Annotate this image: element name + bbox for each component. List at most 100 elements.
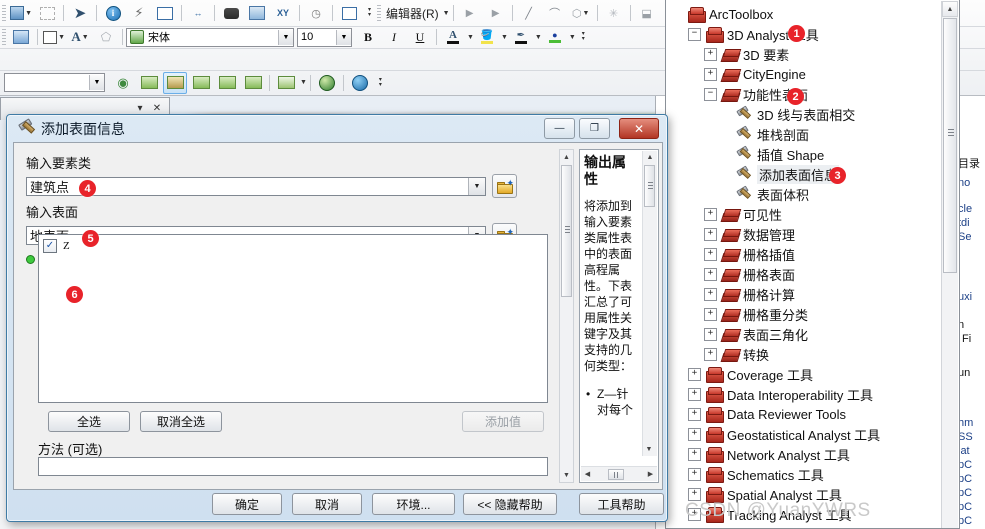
- toolbox-tree-item[interactable]: + 数据管理: [666, 224, 941, 244]
- help-horizontal-scrollbar[interactable]: ◀ ▶: [581, 466, 657, 481]
- method-select[interactable]: [38, 457, 548, 476]
- toolbox-scrollbar[interactable]: ▲: [941, 1, 958, 528]
- toolbox-tree-item[interactable]: + Geostatistical Analyst 工具: [666, 424, 941, 444]
- measure-icon[interactable]: ↔: [186, 2, 210, 24]
- expand-toggle-icon[interactable]: +: [688, 407, 701, 421]
- split-tool-icon[interactable]: ✳: [602, 2, 626, 24]
- toolbar-grip[interactable]: [377, 5, 381, 21]
- panel-close-icon[interactable]: ✕: [150, 101, 164, 115]
- toolbar-overflow-button[interactable]: ▾ ▾: [578, 27, 589, 47]
- select-arrow-icon[interactable]: ➤: [68, 2, 92, 24]
- minimize-button[interactable]: —: [544, 118, 575, 139]
- bold-button[interactable]: B: [356, 26, 380, 48]
- scroll-up-button[interactable]: ▲: [643, 151, 657, 164]
- toolbox-tree-item[interactable]: + 栅格表面: [666, 264, 941, 284]
- chevron-down-icon[interactable]: ▼: [89, 75, 104, 90]
- add-data-icon[interactable]: [9, 26, 33, 48]
- toolbar-overflow-button[interactable]: ▾ ▾: [364, 3, 375, 23]
- dialog-titlebar[interactable]: 添加表面信息 — ❐ ✕: [7, 115, 667, 141]
- output-property-listbox[interactable]: ✓ Z: [38, 234, 548, 403]
- panel-autohide-icon[interactable]: ▾: [133, 101, 147, 115]
- toolbar-grip[interactable]: [2, 5, 6, 21]
- cancel-button[interactable]: 取消: [292, 493, 362, 515]
- toolbox-tree-item[interactable]: 3D 线与表面相交: [666, 104, 941, 124]
- expand-toggle-icon[interactable]: +: [704, 207, 717, 221]
- toolbox-tree-item[interactable]: + CityEngine: [666, 64, 941, 84]
- toolbox-tree-item[interactable]: + 转换: [666, 344, 941, 364]
- checkbox[interactable]: ✓: [43, 239, 57, 253]
- chevron-down-icon[interactable]: ▼: [501, 34, 508, 41]
- toolbox-tree-item[interactable]: ArcToolbox: [666, 4, 941, 24]
- scrollbar-thumb[interactable]: [943, 18, 957, 273]
- globe-viewer-icon[interactable]: [348, 72, 372, 94]
- toolbox-tree-item[interactable]: + 栅格重分类: [666, 304, 941, 324]
- toolbox-tree-item[interactable]: + 栅格计算: [666, 284, 941, 304]
- font-color-icon[interactable]: A: [441, 26, 465, 48]
- output-property-item[interactable]: ✓ Z: [39, 238, 547, 254]
- browse-input-feature-class-button[interactable]: ✦: [492, 174, 517, 198]
- trace-icon[interactable]: ⬡ ▼: [569, 2, 593, 24]
- fill-color-icon[interactable]: ▼: [42, 26, 66, 48]
- parameters-scrollbar[interactable]: ▲ ▼: [559, 149, 574, 483]
- scroll-up-button[interactable]: ▲: [942, 1, 958, 17]
- toolbox-tree-item[interactable]: 表面体积: [666, 184, 941, 204]
- toolbox-tree-item[interactable]: +3D 要素: [666, 44, 941, 64]
- expand-toggle-icon[interactable]: +: [704, 287, 717, 301]
- editor-menu-button[interactable]: 编辑器(R): [383, 5, 442, 22]
- hyperlink-icon[interactable]: ⚡: [127, 2, 151, 24]
- scroll-left-button[interactable]: ◀: [581, 468, 594, 481]
- select-features-icon[interactable]: [35, 2, 59, 24]
- toolbox-tree-item[interactable]: + 表面三角化: [666, 324, 941, 344]
- scrollbar-thumb[interactable]: [644, 165, 655, 207]
- find-icon[interactable]: [219, 2, 243, 24]
- scrollbar-thumb[interactable]: [608, 468, 624, 480]
- collapse-toggle-icon[interactable]: −: [688, 27, 701, 41]
- fill-bucket-icon[interactable]: 🪣: [475, 26, 499, 48]
- expand-toggle-icon[interactable]: +: [704, 247, 717, 261]
- 3d-analyst-layer-select[interactable]: ▼: [4, 73, 105, 92]
- layer-dropdown-icon[interactable]: ▼: [9, 2, 33, 24]
- identify-icon[interactable]: i: [101, 2, 125, 24]
- create-viewer-window-icon[interactable]: [337, 2, 361, 24]
- scene-viewer-icon[interactable]: [315, 72, 339, 94]
- toolbox-tree-item[interactable]: 添加表面信息: [666, 164, 941, 184]
- toolbox-tree-item[interactable]: + Data Reviewer Tools: [666, 404, 941, 424]
- chevron-down-icon[interactable]: ▼: [300, 79, 307, 86]
- ok-button[interactable]: 确定: [212, 493, 282, 515]
- expand-toggle-icon[interactable]: +: [704, 307, 717, 321]
- font-family-select[interactable]: 宋体 ▼: [126, 27, 294, 47]
- rotate-tool-icon[interactable]: ⬓: [635, 2, 659, 24]
- html-popup-icon[interactable]: [153, 2, 177, 24]
- underline-button[interactable]: U: [408, 26, 432, 48]
- italic-button[interactable]: I: [382, 26, 406, 48]
- line-of-sight-icon[interactable]: [163, 71, 187, 94]
- toolbox-tree-item[interactable]: 插值 Shape: [666, 144, 941, 164]
- straight-segment-icon[interactable]: ╱: [517, 2, 541, 24]
- find-route-icon[interactable]: [245, 2, 269, 24]
- toolbar-overflow-button[interactable]: ▾ ▾: [375, 73, 386, 93]
- close-button[interactable]: ✕: [619, 118, 659, 139]
- draw-polygon-icon[interactable]: ⬠: [94, 26, 118, 48]
- scroll-up-button[interactable]: ▲: [560, 150, 573, 164]
- hide-help-button[interactable]: << 隐藏帮助: [463, 493, 557, 515]
- chevron-down-icon[interactable]: ▼: [535, 34, 542, 41]
- toolbox-tree-item[interactable]: + Schematics 工具: [666, 464, 941, 484]
- expand-toggle-icon[interactable]: +: [704, 47, 717, 61]
- go-to-xy-icon[interactable]: XY: [271, 2, 295, 24]
- scroll-down-button[interactable]: ▼: [560, 468, 573, 482]
- expand-toggle-icon[interactable]: +: [688, 447, 701, 461]
- expand-toggle-icon[interactable]: +: [688, 427, 701, 441]
- marker-color-icon[interactable]: ●: [543, 26, 567, 48]
- surface-area-icon[interactable]: [241, 72, 265, 94]
- chevron-down-icon[interactable]: ▼: [569, 34, 576, 41]
- toolbox-tree-item[interactable]: + Coverage 工具: [666, 364, 941, 384]
- toolbox-tree-item[interactable]: + Network Analyst 工具: [666, 444, 941, 464]
- tool-help-button[interactable]: 工具帮助: [579, 493, 664, 515]
- expand-toggle-icon[interactable]: +: [688, 467, 701, 481]
- expand-toggle-icon[interactable]: +: [704, 327, 717, 341]
- toolbox-tree-item[interactable]: + 可见性: [666, 204, 941, 224]
- toolbox-tree-item[interactable]: + 栅格插值: [666, 244, 941, 264]
- chevron-down-icon[interactable]: ▼: [467, 34, 474, 41]
- expand-toggle-icon[interactable]: +: [704, 227, 717, 241]
- chevron-down-icon[interactable]: ▼: [278, 29, 293, 45]
